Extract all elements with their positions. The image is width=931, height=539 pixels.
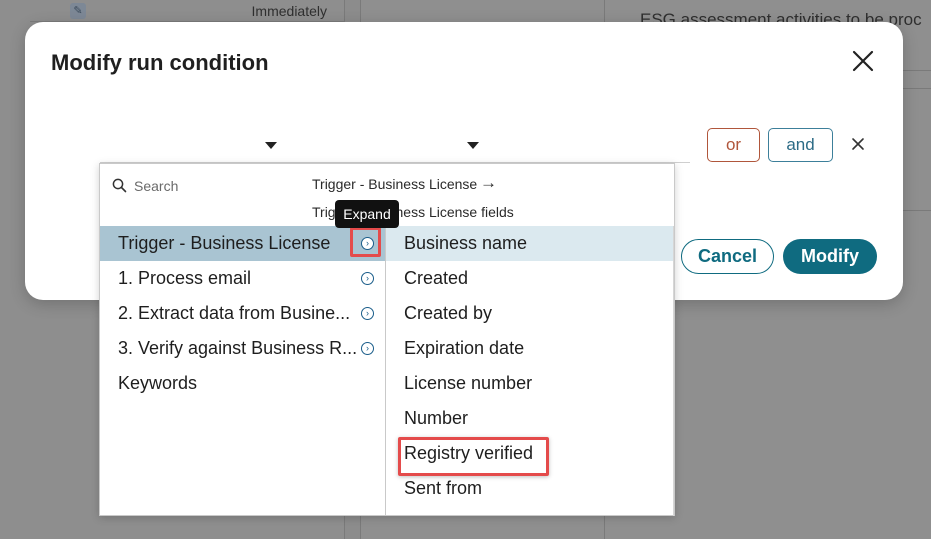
background-row-label: Immediately	[251, 3, 327, 19]
list-item-extract-data[interactable]: 2. Extract data from Busine... ›	[100, 296, 385, 331]
field-item-license-number[interactable]: License number	[386, 366, 673, 401]
and-button[interactable]: and	[768, 128, 833, 162]
list-item-trigger-business-license[interactable]: Trigger - Business License ›	[100, 226, 385, 261]
field-item-label: Created	[404, 268, 469, 288]
cancel-button[interactable]: Cancel	[681, 239, 774, 274]
close-icon[interactable]	[850, 48, 876, 74]
operator-select-chevron-down-icon[interactable]	[467, 142, 479, 149]
list-item-keywords[interactable]: Keywords	[100, 366, 385, 401]
search-input[interactable]	[134, 176, 294, 196]
pencil-icon: ✎	[70, 3, 86, 19]
list-item-label: 2. Extract data from Busine...	[118, 303, 351, 323]
expand-icon[interactable]: ›	[361, 307, 374, 320]
field-item-label: Sent from	[404, 478, 483, 498]
remove-condition-icon[interactable]	[850, 136, 866, 156]
field-select-chevron-down-icon[interactable]	[265, 142, 277, 149]
background-row: ✎ Immediately	[30, 0, 345, 22]
field-item-label: Business name	[404, 233, 528, 253]
field-item-expiration-date[interactable]: Expiration date	[386, 331, 673, 366]
list-item-label: 3. Verify against Business R...	[118, 338, 358, 358]
field-item-sent-from[interactable]: Sent from	[386, 471, 673, 506]
expand-icon[interactable]: ›	[361, 237, 374, 250]
breadcrumb-trigger[interactable]: Trigger - Business License	[312, 176, 477, 192]
field-item-label: Created by	[404, 303, 493, 323]
list-item-process-email[interactable]: 1. Process email ›	[100, 261, 385, 296]
breadcrumb-arrow-icon[interactable]: →	[480, 173, 497, 193]
field-item-label: Number	[404, 408, 469, 428]
field-item-business-name[interactable]: Business name	[386, 226, 673, 261]
expand-tooltip: Expand	[335, 200, 399, 228]
expand-button-highlight[interactable]: ›	[350, 227, 381, 257]
search-field[interactable]	[112, 176, 294, 196]
registry-verified-highlight	[398, 437, 549, 476]
list-item-label: Keywords	[118, 373, 198, 393]
field-item-label: License number	[404, 373, 533, 393]
list-item-verify-business[interactable]: 3. Verify against Business R... ›	[100, 331, 385, 366]
list-item-label: Trigger - Business License	[118, 233, 331, 253]
field-item-label: Expiration date	[404, 338, 525, 358]
field-item-created-by[interactable]: Created by	[386, 296, 673, 331]
field-item-created[interactable]: Created	[386, 261, 673, 296]
field-item-number[interactable]: Number	[386, 401, 673, 436]
or-button[interactable]: or	[707, 128, 760, 162]
expand-icon[interactable]: ›	[361, 272, 374, 285]
list-item-label: 1. Process email	[118, 268, 252, 288]
search-icon	[112, 178, 127, 193]
dialog-title: Modify run condition	[51, 50, 269, 75]
modify-button[interactable]: Modify	[783, 239, 877, 274]
expand-icon[interactable]: ›	[361, 342, 374, 355]
source-list: Trigger - Business License › 1. Process …	[100, 226, 386, 516]
